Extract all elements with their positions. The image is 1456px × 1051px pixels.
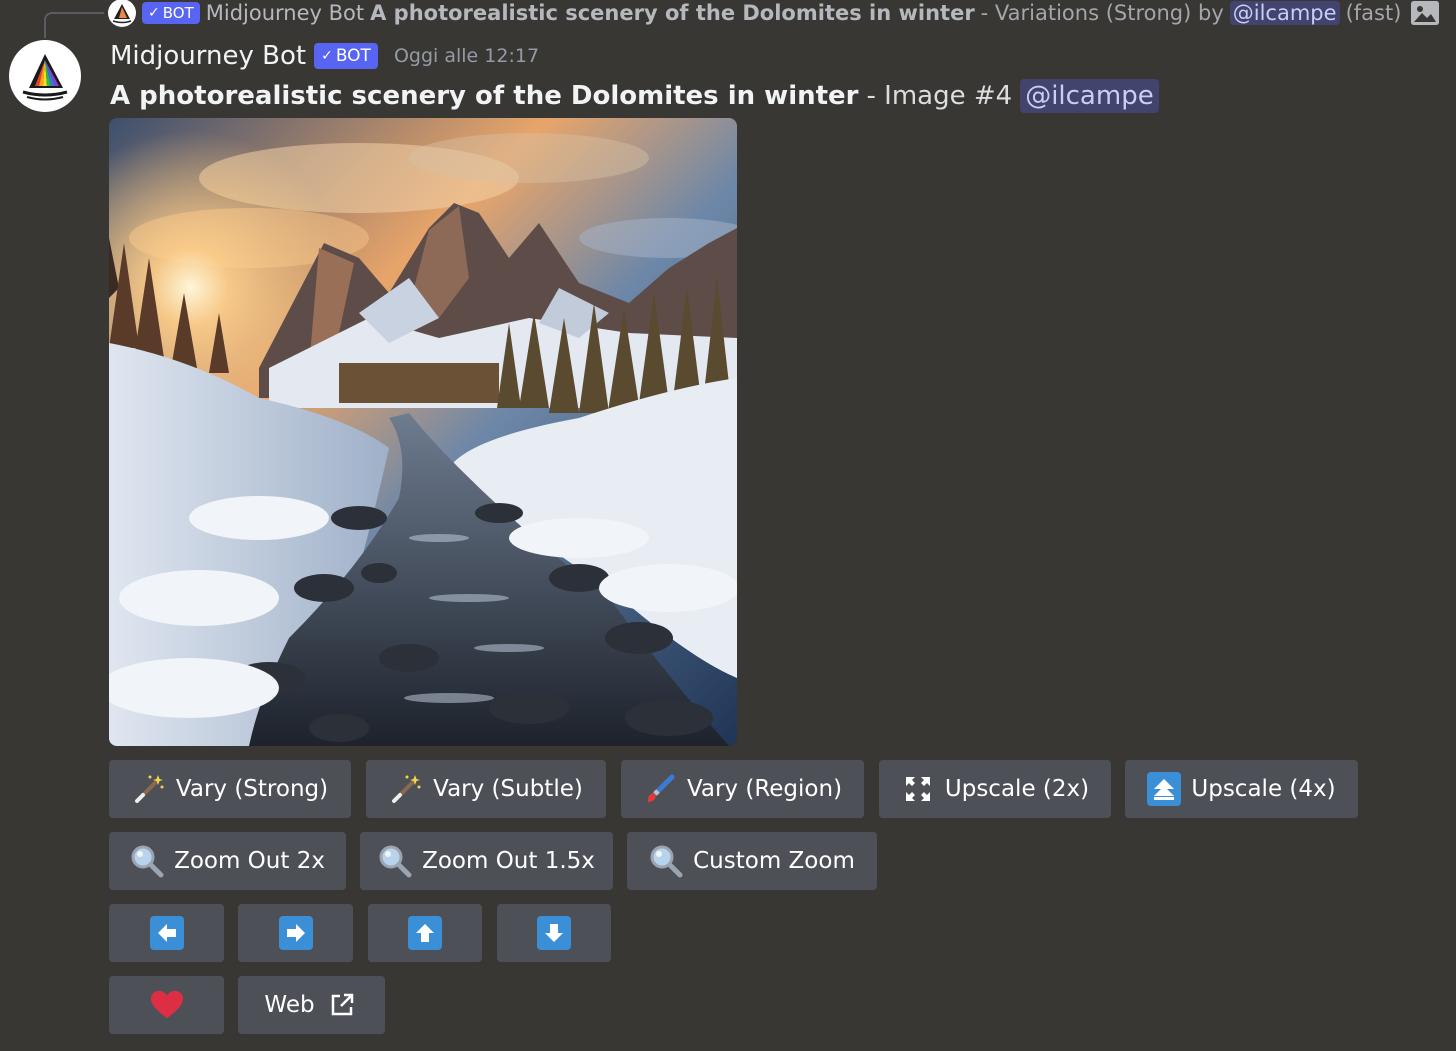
bot-tag: ✓ BOT [314, 43, 378, 69]
message-prompt: A photorealistic scenery of the Dolomite… [110, 81, 859, 111]
reply-bot-tag-label: BOT [162, 3, 194, 22]
zoom-out-1-5x-label: Zoom Out 1.5x [422, 848, 595, 874]
arrow-up-icon [408, 916, 442, 950]
message-content: A photorealistic scenery of the Dolomite… [110, 76, 1159, 116]
pan-left-button[interactable] [109, 904, 224, 962]
zoom-out-2x-label: Zoom Out 2x [174, 848, 325, 874]
upscale-4x-button[interactable]: Upscale (4x) [1125, 760, 1358, 818]
zoom-out-1-5x-button[interactable]: Zoom Out 1.5x [360, 832, 613, 890]
zoom-out-2x-button[interactable]: Zoom Out 2x [109, 832, 346, 890]
vary-subtle-button[interactable]: Vary (Subtle) [366, 760, 606, 818]
custom-zoom-label: Custom Zoom [693, 848, 855, 874]
image-icon[interactable] [1411, 1, 1440, 25]
midjourney-logo-icon [22, 54, 68, 101]
verified-check-icon: ✓ [148, 5, 160, 21]
custom-zoom-button[interactable]: Custom Zoom [627, 832, 877, 890]
pan-right-button[interactable] [238, 904, 353, 962]
vary-region-button[interactable]: Vary (Region) [621, 760, 864, 818]
bot-tag-label: BOT [335, 45, 371, 66]
reply-reference[interactable]: ✓ BOT Midjourney Bot A photorealistic sce… [108, 0, 1440, 27]
vary-region-label: Vary (Region) [686, 776, 843, 802]
reply-mention[interactable]: @ilcampe [1229, 1, 1340, 25]
vary-subtle-label: Vary (Subtle) [433, 776, 583, 802]
upscale-2x-button[interactable]: Upscale (2x) [879, 760, 1111, 818]
reply-author[interactable]: Midjourney Bot [206, 1, 364, 25]
paintbrush-icon [643, 772, 677, 806]
avatar[interactable] [9, 40, 81, 112]
message-header: Midjourney Bot ✓ BOT Oggi alle 12:17 [110, 38, 539, 74]
web-link-button[interactable]: Web [238, 976, 385, 1034]
heart-icon [150, 988, 184, 1022]
magnifier-icon [130, 844, 164, 878]
reply-bot-tag: ✓ BOT [142, 2, 200, 24]
pan-down-button[interactable] [497, 904, 611, 962]
magnifier-icon [649, 844, 683, 878]
upscale-4x-label: Upscale (4x) [1191, 776, 1336, 802]
magic-wand-icon [132, 772, 166, 806]
vary-strong-button[interactable]: Vary (Strong) [109, 760, 351, 818]
message-mention[interactable]: @ilcampe [1020, 79, 1159, 113]
message-suffix: - Image #4 [866, 81, 1013, 111]
reply-prompt[interactable]: A photorealistic scenery of the Dolomite… [370, 1, 975, 25]
dolomites-winter-image [109, 118, 737, 746]
arrow-left-icon [149, 916, 184, 950]
expand-icon [901, 772, 935, 806]
username[interactable]: Midjourney Bot [110, 41, 306, 71]
vary-strong-label: Vary (Strong) [175, 776, 329, 802]
reply-connector-line [44, 12, 104, 38]
generated-image[interactable] [109, 118, 737, 746]
arrow-down-icon [537, 916, 571, 950]
reply-suffix: - Variations (Strong) by [980, 1, 1224, 25]
magic-wand-icon [389, 772, 423, 806]
reply-speed: (fast) [1345, 1, 1402, 25]
pan-up-button[interactable] [368, 904, 482, 962]
reply-avatar[interactable] [108, 0, 136, 27]
magnifier-icon [378, 844, 412, 878]
timestamp[interactable]: Oggi alle 12:17 [394, 45, 539, 67]
web-link-label: Web [264, 992, 315, 1018]
upscale-2x-label: Upscale (2x) [944, 776, 1090, 802]
external-link-icon [325, 988, 359, 1022]
favorite-button[interactable] [109, 976, 224, 1034]
verified-check-icon: ✓ [321, 48, 333, 64]
double-arrow-up-icon [1147, 772, 1182, 806]
arrow-right-icon [278, 916, 313, 950]
